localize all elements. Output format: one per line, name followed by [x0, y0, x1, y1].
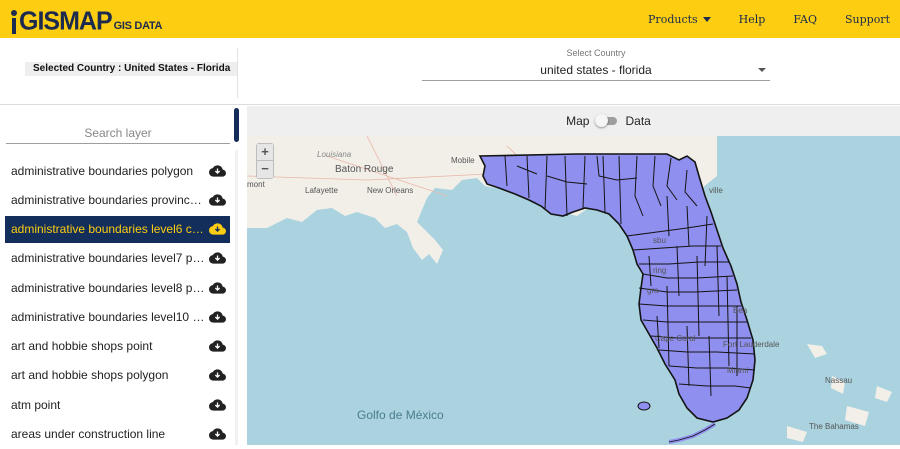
- gismap-logo[interactable]: GISMAP GIS DATA: [10, 6, 162, 34]
- layer-item-label: atm point: [11, 397, 61, 412]
- map-label-lafayette: Lafayette: [305, 186, 338, 195]
- section-divider: [0, 104, 900, 105]
- layer-item-label: administrative boundaries level8 polygon: [11, 280, 207, 295]
- nav-products[interactable]: Products: [648, 13, 711, 26]
- layer-item-label: art and hobbie shops polygon: [11, 368, 169, 383]
- select-country-label: Select Country: [566, 48, 626, 58]
- map-label-nassau: Nassau: [825, 376, 853, 385]
- layer-item-label: areas under construction line: [11, 427, 166, 442]
- layer-item[interactable]: administrative boundaries province polyg…: [5, 185, 230, 214]
- zoom-out-button[interactable]: −: [257, 161, 273, 178]
- cloud-download-icon[interactable]: [209, 369, 226, 382]
- map-label-ring: ring: [653, 266, 667, 275]
- toggle-data-label: Data: [625, 114, 651, 128]
- sidebar-scrollbar-thumb[interactable]: [234, 108, 239, 142]
- main-nav: Products Help FAQ Support: [620, 0, 890, 38]
- dropdown-arrow-icon: [758, 68, 766, 72]
- map-label-baton-rouge: Baton Rouge: [335, 164, 394, 175]
- logo-text: GISMAP: [19, 6, 113, 36]
- layer-item-label: administrative boundaries polygon: [11, 163, 194, 178]
- cloud-download-icon[interactable]: [209, 428, 226, 440]
- map-data-toggle-bar: Map Data: [247, 106, 900, 136]
- layer-item-label: administrative boundaries level6 countie…: [11, 222, 207, 237]
- logo-subtext: GIS DATA: [113, 20, 163, 32]
- layer-sidebar: administrative boundaries polygon admini…: [0, 106, 237, 445]
- nav-products-label: Products: [648, 12, 698, 26]
- florida-keys: [668, 422, 717, 444]
- map-label-gra: gra: [647, 286, 659, 295]
- layer-item[interactable]: areas under construction line: [5, 419, 230, 448]
- selected-country-badge: Selected Country : United States - Flori…: [25, 62, 239, 76]
- zoom-in-button[interactable]: +: [257, 144, 273, 161]
- map-label-bea: Bea: [733, 306, 748, 315]
- layer-item-label: administrative boundaries level10 polygo…: [11, 309, 207, 324]
- map-label-ft-lauderdale: Fort Lauderdale: [723, 340, 780, 349]
- map-label-miami: Miami: [727, 366, 749, 375]
- map-label-jax: ville: [709, 186, 723, 195]
- chevron-down-icon: [702, 17, 711, 22]
- nav-support-label: Support: [844, 12, 890, 26]
- map-label-sbu: sbu: [653, 236, 666, 245]
- layer-item[interactable]: administrative boundaries polygon: [5, 156, 230, 185]
- layer-item[interactable]: administrative boundaries level8 polygon: [5, 273, 230, 302]
- layer-item[interactable]: art and hobbie shops polygon: [5, 361, 230, 390]
- country-select-dropdown[interactable]: united states - florida: [422, 60, 770, 81]
- layer-item-label: administrative boundaries level7 polygon: [11, 251, 207, 266]
- map-data-switch[interactable]: [595, 114, 619, 127]
- nav-help-label: Help: [738, 12, 766, 26]
- map-svg: [247, 136, 900, 444]
- nav-faq-label: FAQ: [793, 12, 817, 26]
- map-canvas[interactable]: Louisiana Baton Rouge Lafayette New Orle…: [247, 136, 900, 445]
- nav-faq[interactable]: FAQ: [793, 13, 817, 26]
- map-label-gulf: Golfo de México: [357, 408, 444, 422]
- cloud-download-icon[interactable]: [209, 252, 226, 264]
- layer-item[interactable]: art and hobbie shops point: [5, 331, 230, 360]
- map-label-mobile: Mobile: [451, 156, 475, 165]
- map-label-new-orleans: New Orleans: [367, 186, 414, 195]
- layer-list: administrative boundaries polygon admini…: [5, 156, 230, 449]
- florida-counties: [478, 153, 756, 444]
- country-select-value: united states - florida: [540, 63, 652, 77]
- map-label-cape-coral: Cape Coral: [655, 334, 696, 343]
- layer-item[interactable]: atm point: [5, 390, 230, 419]
- top-header: GISMAP GIS DATA Products Help FAQ Suppor…: [0, 0, 900, 38]
- toggle-map-label: Map: [566, 114, 590, 128]
- atlantic-water: [717, 136, 747, 176]
- zoom-control: + −: [256, 143, 274, 179]
- cloud-download-icon[interactable]: [209, 399, 226, 411]
- layer-item-label: art and hobbie shops point: [11, 339, 153, 354]
- layer-item-active[interactable]: administrative boundaries level6 countie…: [5, 215, 230, 243]
- map-label-louisiana: Louisiana: [317, 150, 352, 159]
- sidebar-scrollbar-track[interactable]: [235, 150, 238, 445]
- cloud-download-icon[interactable]: [209, 194, 226, 206]
- cloud-download-icon[interactable]: [209, 164, 226, 177]
- layer-item-label: administrative boundaries province polyg…: [11, 192, 207, 207]
- layer-item[interactable]: administrative boundaries level10 polygo…: [5, 302, 230, 331]
- cloud-download-icon[interactable]: [209, 311, 226, 323]
- logo-pin-icon: [10, 10, 18, 34]
- map-label-bahamas: The Bahamas: [809, 422, 859, 431]
- map-label-montgomery: mont: [247, 180, 265, 189]
- layer-item[interactable]: administrative boundaries level7 polygon: [5, 244, 230, 273]
- search-layer-input[interactable]: [6, 122, 230, 144]
- cloud-download-icon[interactable]: [209, 223, 226, 235]
- nav-help[interactable]: Help: [739, 13, 766, 26]
- cloud-download-icon[interactable]: [209, 340, 226, 352]
- delta-landmass: [397, 222, 443, 264]
- nav-support[interactable]: Support: [845, 13, 890, 26]
- vertical-divider: [237, 48, 238, 98]
- cloud-download-icon[interactable]: [209, 281, 226, 294]
- dry-tortugas: [637, 401, 651, 411]
